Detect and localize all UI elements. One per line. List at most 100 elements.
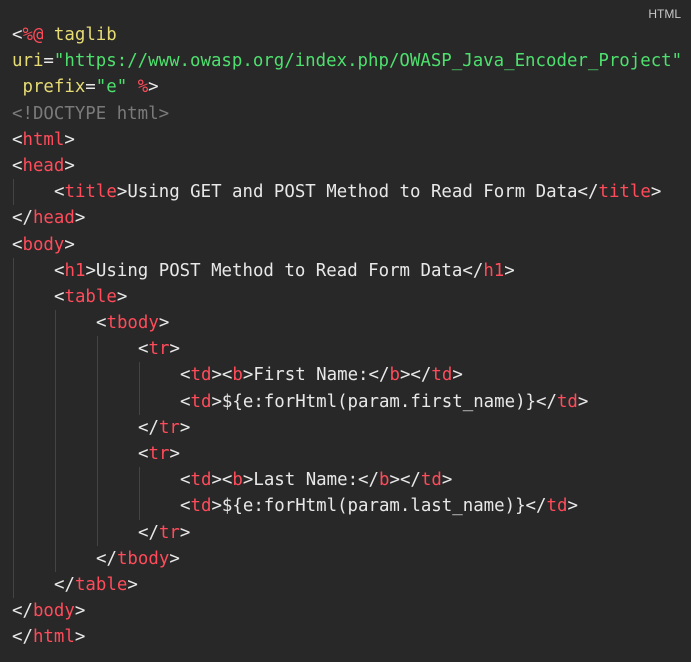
code-token: <	[12, 25, 23, 45]
code-token: %@	[22, 25, 44, 45]
code-line-text: <html>	[12, 130, 75, 150]
code-token: tbody	[116, 548, 170, 569]
code-token: body	[32, 601, 75, 622]
indent-guide	[97, 362, 98, 389]
indent-guide	[97, 519, 98, 546]
code-line: <%@ taglib	[12, 22, 682, 48]
indent-guide	[13, 545, 14, 572]
code-token: <	[138, 444, 149, 464]
indent-guide	[55, 545, 56, 572]
code-line-text: <tr>	[138, 444, 180, 464]
code-line-text: <h1>Using POST Method to Read Form Data<…	[54, 261, 515, 281]
indent-guide	[97, 493, 98, 520]
code-token: ><	[211, 470, 233, 491]
code-line: <td><b>Last Name:</b></td>	[12, 467, 682, 494]
code-token: <	[96, 313, 107, 334]
code-line: </body>	[12, 598, 682, 624]
code-line: uri="https://www.owasp.org/index.php/OWA…	[12, 48, 682, 74]
code-line: <tbody>	[12, 310, 682, 337]
code-line: </html>	[12, 624, 682, 650]
code-block: HTML <%@ taglib uri="https://www.owasp.or…	[0, 0, 691, 662]
code-token: td	[190, 496, 212, 517]
indent-guide	[13, 388, 14, 415]
code-token: <	[12, 155, 23, 176]
code-token: >${e:forHtml(param.first_name)}</	[211, 391, 557, 412]
indent-guide	[13, 283, 14, 311]
indent-guide	[13, 519, 14, 546]
code-token: >	[169, 444, 180, 464]
code-token: td	[546, 496, 568, 517]
code-token: "e"	[95, 77, 128, 98]
code-line-text: <tbody>	[96, 313, 169, 333]
code-token: <	[180, 470, 191, 491]
indent-guide	[97, 336, 98, 363]
code-line-text: <td><b>First Name:</b></td>	[180, 365, 463, 385]
code-token: %	[137, 77, 149, 98]
code-token: >${e:forHtml(param.last_name)}</	[211, 496, 547, 517]
indent-guide	[97, 467, 98, 494]
code-token: taglib	[43, 25, 117, 45]
code-line-text: </tbody>	[96, 549, 180, 569]
code-token: tr	[158, 417, 180, 438]
code-token: tbody	[106, 313, 159, 334]
indent-guide	[55, 388, 56, 415]
code-token: ></	[399, 365, 432, 386]
code-content: <%@ taglib uri="https://www.owasp.org/ind…	[12, 22, 682, 651]
code-token: >	[169, 548, 180, 569]
code-line-text: <head>	[12, 156, 75, 176]
code-token: <	[138, 339, 149, 360]
code-token: >	[74, 208, 86, 229]
code-token: <	[180, 496, 191, 517]
code-token: td	[190, 391, 212, 412]
code-line-text: </html>	[12, 627, 85, 647]
code-line: <html>	[12, 127, 682, 153]
indent-guide	[55, 362, 56, 389]
indent-guide	[13, 179, 14, 206]
indent-guide	[139, 362, 140, 389]
code-token: <	[54, 182, 65, 203]
code-token: >Last Name:</	[242, 470, 379, 491]
indent-guide	[55, 493, 56, 520]
code-line: </tr>	[12, 519, 682, 546]
code-token: >	[441, 470, 453, 491]
indent-guide	[97, 388, 98, 415]
code-line: <table>	[12, 283, 682, 311]
code-token: >	[64, 155, 75, 176]
code-line-text: </head>	[12, 208, 85, 228]
code-token: b	[389, 365, 400, 386]
code-line-text: <table>	[54, 287, 127, 307]
code-line-text: <td>${e:forHtml(param.last_name)}</td>	[180, 496, 578, 516]
indent-guide	[13, 467, 14, 494]
code-line: <h1>Using POST Method to Read Form Data<…	[12, 257, 682, 284]
code-token: tr	[148, 339, 170, 360]
code-token: h1	[64, 260, 86, 281]
indent-guide	[13, 414, 14, 441]
code-token: title	[64, 182, 117, 203]
code-line: <td><b>First Name:</b></td>	[12, 362, 682, 389]
code-line-text: <td>${e:forHtml(param.first_name)}</td>	[180, 392, 588, 412]
code-token: </	[12, 601, 33, 622]
code-token: >	[64, 129, 75, 150]
indent-guide	[97, 414, 98, 441]
code-token: <	[54, 260, 65, 281]
code-token: </	[12, 627, 33, 648]
indent-guide	[97, 441, 98, 468]
indent-guide	[13, 493, 14, 520]
code-token: =	[43, 51, 54, 72]
language-label: HTML	[648, 7, 681, 21]
code-line-text: </tr>	[138, 523, 190, 543]
code-token: b	[379, 470, 390, 491]
code-token: body	[22, 234, 65, 255]
code-token: <	[180, 391, 191, 412]
code-line-text: uri="https://www.owasp.org/index.php/OWA…	[12, 51, 682, 71]
code-token: >	[116, 286, 128, 307]
code-token: >	[504, 260, 515, 281]
code-line-text: <%@ taglib	[12, 25, 117, 45]
code-token: </	[54, 574, 75, 595]
code-token: <	[12, 234, 23, 255]
code-token: >	[64, 234, 75, 255]
indent-guide	[13, 441, 14, 468]
code-token: </	[138, 522, 159, 543]
indent-guide	[55, 414, 56, 441]
